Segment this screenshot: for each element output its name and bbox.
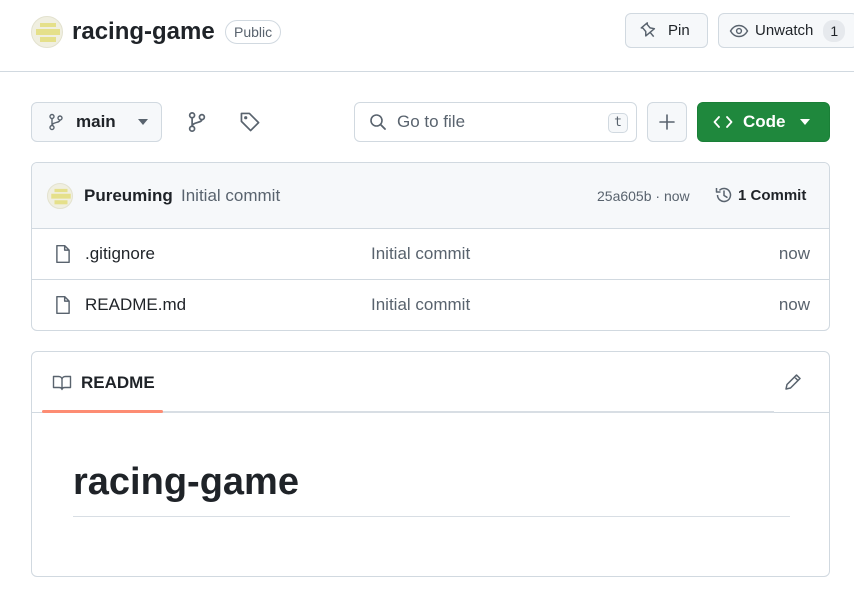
commit-count-label: 1 Commit xyxy=(738,186,807,204)
file-icon xyxy=(56,295,70,315)
caret-down-icon xyxy=(137,119,148,125)
book-icon xyxy=(52,375,72,390)
readme-tab-bar: README xyxy=(32,352,829,413)
latest-commit-bar: Pureuming Initial commit 25a605b · now 1… xyxy=(32,163,829,229)
branches-link[interactable] xyxy=(187,111,207,138)
search-shortcut-key: t xyxy=(608,113,628,133)
commit-message[interactable]: Initial commit xyxy=(181,186,280,206)
pencil-icon xyxy=(785,374,801,390)
repo-title[interactable]: racing-game xyxy=(72,17,215,47)
history-icon xyxy=(715,187,732,203)
commit-author-avatar[interactable] xyxy=(47,183,73,209)
search-icon xyxy=(370,114,386,130)
tab-divider xyxy=(163,411,774,413)
pin-label: Pin xyxy=(668,22,690,39)
caret-down-icon xyxy=(799,119,810,125)
file-icon xyxy=(56,244,70,264)
git-branch-icon xyxy=(49,113,63,131)
repo-header: racing-game Public Pin Unwatch 1 xyxy=(0,0,854,72)
file-row: .gitignore Initial commit now xyxy=(32,229,829,280)
branch-selector[interactable]: main xyxy=(31,102,162,142)
file-row: README.md Initial commit now xyxy=(32,280,829,330)
search-placeholder: Go to file xyxy=(397,112,466,131)
code-icon xyxy=(713,116,733,128)
file-commit-time: now xyxy=(778,295,810,314)
unwatch-label: Unwatch xyxy=(755,22,814,39)
tab-readme[interactable]: README xyxy=(42,352,163,413)
identicon-avatar-icon xyxy=(36,23,60,42)
commit-history-link[interactable]: 1 Commit xyxy=(714,185,806,205)
tags-link[interactable] xyxy=(239,111,261,138)
readme-heading: racing-game xyxy=(73,460,790,517)
file-name[interactable]: .gitignore xyxy=(85,244,155,264)
file-commit-time: now xyxy=(778,244,810,263)
plus-icon xyxy=(659,114,675,130)
file-list: Pureuming Initial commit 25a605b · now 1… xyxy=(31,162,830,331)
tag-icon xyxy=(240,112,260,132)
go-to-file-search[interactable]: Go to file t xyxy=(354,102,637,142)
visibility-badge: Public xyxy=(225,20,282,44)
file-commit-message[interactable]: Initial commit xyxy=(371,244,470,264)
watch-count: 1 xyxy=(823,19,846,42)
active-tab-indicator xyxy=(42,410,163,413)
file-commit-message[interactable]: Initial commit xyxy=(371,295,470,315)
commit-author[interactable]: Pureuming xyxy=(84,186,173,206)
code-button[interactable]: Code xyxy=(697,102,830,142)
code-label: Code xyxy=(743,112,786,131)
readme-tab-label: README xyxy=(81,372,155,392)
pin-icon xyxy=(640,21,656,37)
git-branch-icon xyxy=(188,111,206,133)
edit-readme-button[interactable] xyxy=(783,372,803,397)
owner-avatar[interactable] xyxy=(31,16,63,48)
unwatch-button[interactable]: Unwatch 1 xyxy=(718,13,854,48)
eye-icon xyxy=(729,24,749,37)
file-name[interactable]: README.md xyxy=(85,295,186,315)
add-file-button[interactable] xyxy=(647,102,687,142)
identicon-avatar-icon xyxy=(51,188,71,205)
branch-name: main xyxy=(76,112,116,131)
commit-hash-time[interactable]: 25a605b · now xyxy=(597,188,690,204)
readme-panel: README racing-game xyxy=(31,351,830,577)
pin-button[interactable]: Pin xyxy=(625,13,708,48)
